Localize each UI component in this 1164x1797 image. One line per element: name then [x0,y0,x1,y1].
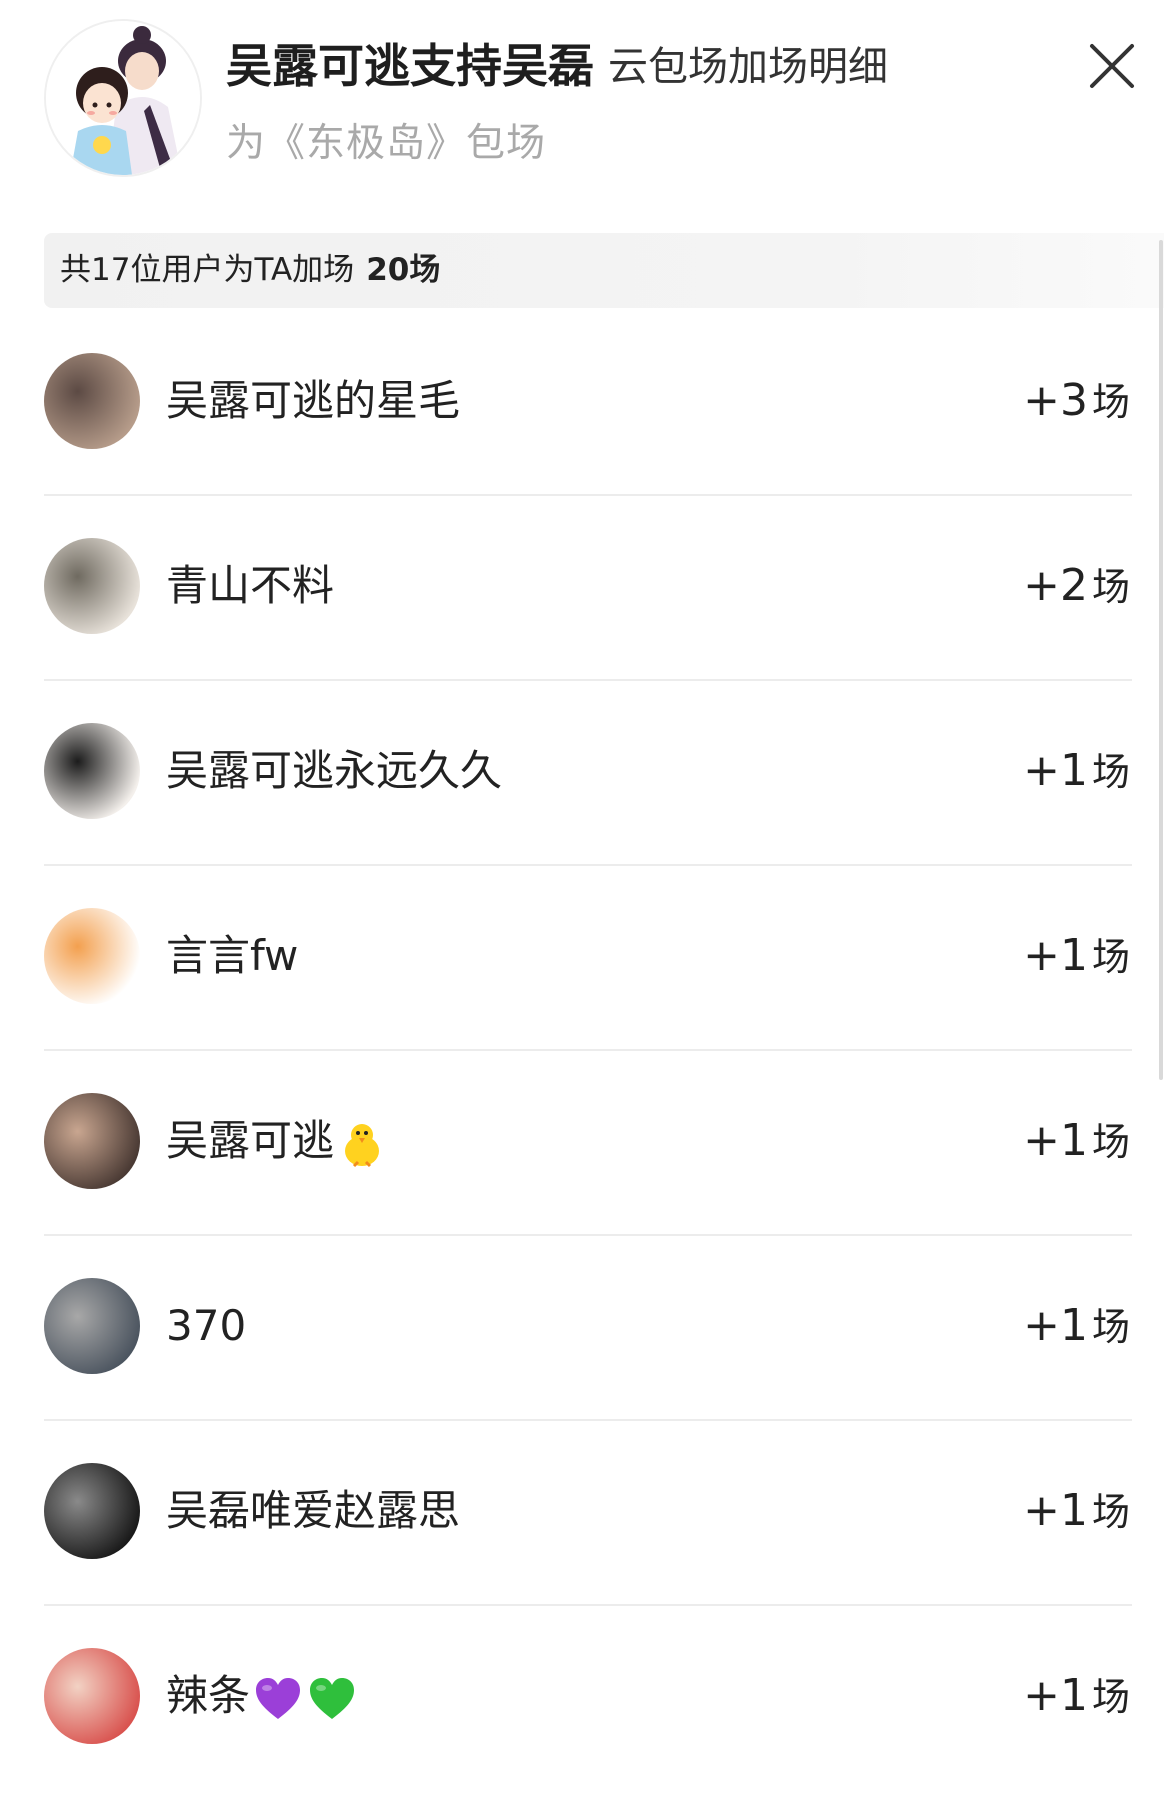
header: 吴露可逃支持吴磊 云包场加场明细 为《东极岛》包场 [0,0,1164,215]
user-name: 吴露可逃永远久久 [166,723,502,819]
avatar[interactable] [44,1093,140,1189]
list-item[interactable]: 吴磊唯爱赵露思 +1 场 [0,1421,1164,1606]
avatar[interactable] [44,353,140,449]
avatar[interactable] [44,1278,140,1374]
user-list: 吴露可逃的星毛 +3 场青山不料 +2 场吴露可逃永远久久 +1 场言言fw +1 场吴露可逃 +… [0,311,1164,1791]
user-name-text: 吴露可逃 [166,1116,335,1165]
session-count-value: +2 [1023,560,1088,611]
host-avatar-illustration [46,21,200,175]
user-name-text: 辣条 [166,1671,251,1720]
summary-text: 共17位用户为TA加场 20场 [60,233,440,308]
list-item[interactable]: 辣条 +1 场 [0,1606,1164,1791]
session-count: +1 场 [1023,1093,1130,1190]
user-name-text: 言言fw [166,931,299,980]
avatar[interactable] [44,723,140,819]
session-count: +1 场 [1023,1648,1130,1745]
list-item[interactable]: 言言fw +1 场 [0,866,1164,1051]
user-name: 370 [166,1278,246,1374]
summary-bar: 共17位用户为TA加场 20场 [44,233,1164,308]
user-name-text: 吴露可逃的星毛 [166,376,461,425]
session-count-unit: 场 [1091,565,1130,609]
purple-heart-emoji [256,1677,301,1719]
user-name: 辣条 [166,1648,358,1744]
session-count-unit: 场 [1091,380,1130,424]
user-name: 青山不料 [166,538,334,634]
user-name-text: 吴露可逃永远久久 [166,746,503,795]
session-count-value: +1 [1023,1485,1088,1536]
page-title-suffix: 云包场加场明细 [608,44,888,90]
user-name-text: 青山不料 [166,561,335,610]
list-item[interactable]: 370 +1 场 [0,1236,1164,1421]
avatar[interactable] [44,538,140,634]
session-count: +3 场 [1023,353,1130,450]
close-icon [1090,44,1134,88]
user-name-text: 370 [166,1301,247,1350]
session-count-value: +1 [1023,1670,1088,1721]
summary-count: 20场 [366,252,441,288]
host-avatar[interactable] [44,19,202,177]
summary-label: 共17位用户为TA加场 [60,252,355,288]
close-button[interactable] [1082,36,1142,96]
session-count: +1 场 [1023,723,1130,820]
list-item[interactable]: 吴露可逃永远久久 +1 场 [0,681,1164,866]
user-name: 吴露可逃的星毛 [166,353,460,449]
session-count-unit: 场 [1091,1490,1130,1534]
user-name: 言言fw [166,908,298,1004]
user-name: 吴磊唯爱赵露思 [166,1463,460,1559]
list-item[interactable]: 吴露可逃 +1 场 [0,1051,1164,1236]
chick-emoji [345,1123,380,1167]
session-count: +1 场 [1023,1278,1130,1375]
page-title: 吴露可逃支持吴磊 [226,39,594,93]
page-subtitle: 为《东极岛》包场 [226,121,547,166]
list-item[interactable]: 青山不料 +2 场 [0,496,1164,681]
session-count-unit: 场 [1091,1305,1130,1349]
session-count: +2 场 [1023,538,1130,635]
session-count-unit: 场 [1091,1120,1130,1164]
session-count: +1 场 [1023,1463,1130,1560]
user-name: 吴露可逃 [166,1093,388,1189]
avatar[interactable] [44,1463,140,1559]
session-count-unit: 场 [1091,935,1130,979]
header-title-row: 吴露可逃支持吴磊 云包场加场明细 [226,30,888,94]
session-count-unit: 场 [1091,1675,1130,1719]
avatar[interactable] [44,908,140,1004]
session-count-unit: 场 [1091,750,1130,794]
session-count-value: +1 [1023,930,1088,981]
list-item[interactable]: 吴露可逃的星毛 +3 场 [0,311,1164,496]
session-count-value: +3 [1023,375,1088,426]
user-name-text: 吴磊唯爱赵露思 [166,1486,461,1535]
green-heart-emoji [310,1677,355,1719]
session-count-value: +1 [1023,1300,1088,1351]
session-count: +1 场 [1023,908,1130,1005]
session-count-value: +1 [1023,745,1088,796]
session-count-value: +1 [1023,1115,1088,1166]
avatar[interactable] [44,1648,140,1744]
